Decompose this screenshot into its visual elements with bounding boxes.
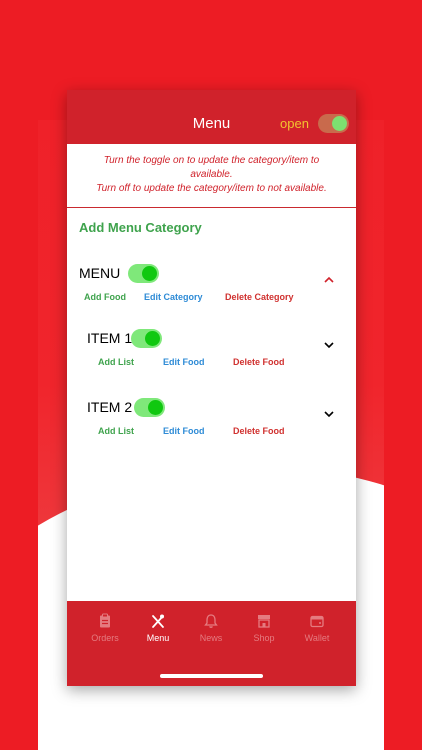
add-food-button[interactable]: Add Food <box>84 292 126 302</box>
app-bar: Menu open <box>67 90 356 144</box>
store-icon <box>258 615 270 628</box>
item-2-edit-food-button[interactable]: Edit Food <box>163 426 205 436</box>
item-1-availability-toggle[interactable] <box>131 329 162 348</box>
tab-label: Orders <box>91 633 119 643</box>
background-right-strip-lower <box>384 520 422 750</box>
tab-label: Shop <box>253 633 275 643</box>
page-title: Menu <box>192 115 231 132</box>
item-1-delete-food-button[interactable]: Delete Food <box>233 357 285 367</box>
wallet-icon <box>310 615 324 628</box>
tab-shop[interactable]: Shop <box>236 613 292 643</box>
chevron-down-icon[interactable] <box>323 408 335 420</box>
chevron-down-icon[interactable] <box>323 339 335 351</box>
tab-label: Wallet <box>304 633 330 643</box>
clipboard-icon <box>100 613 110 628</box>
store-open-toggle[interactable] <box>318 114 349 133</box>
notice-line-3: Turn off to update the category/item to … <box>96 183 327 194</box>
tab-orders[interactable]: Orders <box>77 613 133 643</box>
item-2-name: ITEM 2 <box>87 399 133 415</box>
item-2-delete-food-button[interactable]: Delete Food <box>233 426 285 436</box>
phone-screen: Menu open Turn the toggle on to update t… <box>67 90 356 686</box>
tab-wallet[interactable]: Wallet <box>289 613 345 643</box>
toggle-knob <box>145 331 160 346</box>
item-1-edit-food-button[interactable]: Edit Food <box>163 357 205 367</box>
background-left-strip-lower <box>0 540 38 750</box>
bell-icon <box>204 614 218 628</box>
tab-label: News <box>199 633 223 643</box>
item-2-availability-toggle[interactable] <box>134 398 165 417</box>
tab-news[interactable]: News <box>183 613 239 643</box>
open-status-label: open <box>280 116 309 131</box>
tab-menu[interactable]: Menu <box>130 613 186 643</box>
delete-category-button[interactable]: Delete Category <box>225 292 294 302</box>
item-1-name: ITEM 1 <box>87 330 133 346</box>
notice-line-2: available. <box>190 169 233 180</box>
item-2-add-list-button[interactable]: Add List <box>98 426 134 436</box>
category-availability-toggle[interactable] <box>128 264 159 283</box>
toggle-knob <box>332 116 347 131</box>
notice-line-1: Turn the toggle on to update the categor… <box>103 155 320 166</box>
add-menu-category-button[interactable]: Add Menu Category <box>79 220 202 235</box>
utensils-icon <box>152 614 164 628</box>
tab-label: Menu <box>146 633 170 643</box>
toggle-knob <box>148 400 163 415</box>
chevron-up-icon[interactable] <box>323 274 335 286</box>
item-1-add-list-button[interactable]: Add List <box>98 357 134 367</box>
home-indicator <box>160 674 263 678</box>
toggle-knob <box>142 266 157 281</box>
category-name: MENU <box>79 265 121 281</box>
edit-category-button[interactable]: Edit Category <box>144 292 203 302</box>
availability-notice: Turn the toggle on to update the categor… <box>67 144 356 208</box>
